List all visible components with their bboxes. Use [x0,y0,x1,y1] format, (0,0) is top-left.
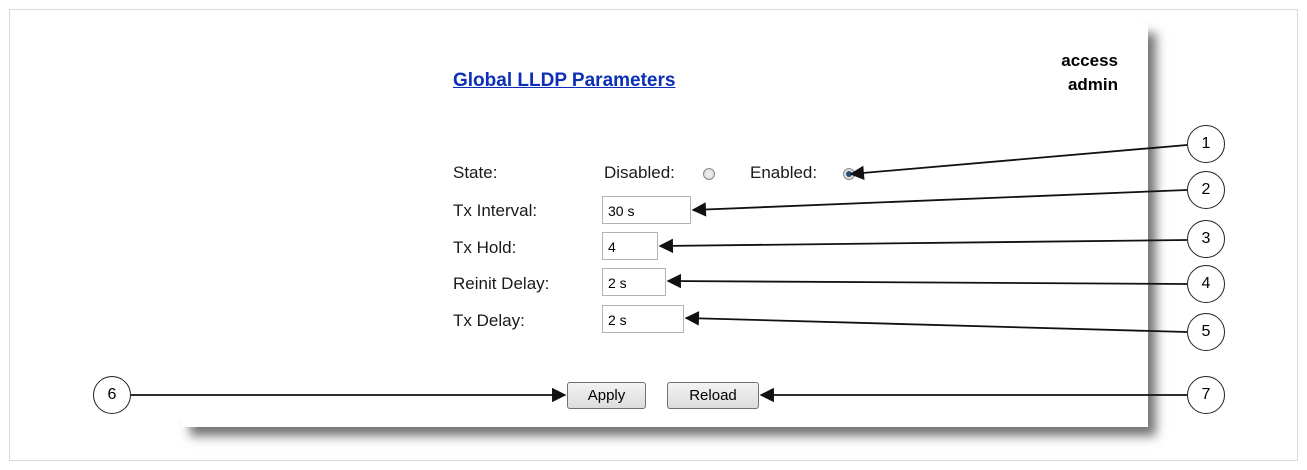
callout-5: 5 [1187,313,1225,351]
arrow-5 [684,311,1188,333]
callout-3: 3 [1187,220,1225,258]
callout-7: 7 [1187,376,1225,414]
arrow-2 [691,189,1188,217]
callout-2: 2 [1187,171,1225,209]
callout-1: 1 [1187,125,1225,163]
arrow-3 [658,238,1188,254]
callout-arrows [131,144,1188,403]
arrow-4 [666,273,1188,289]
callout-4: 4 [1187,265,1225,303]
callout-6: 6 [93,376,131,414]
arrow-1 [849,144,1188,181]
